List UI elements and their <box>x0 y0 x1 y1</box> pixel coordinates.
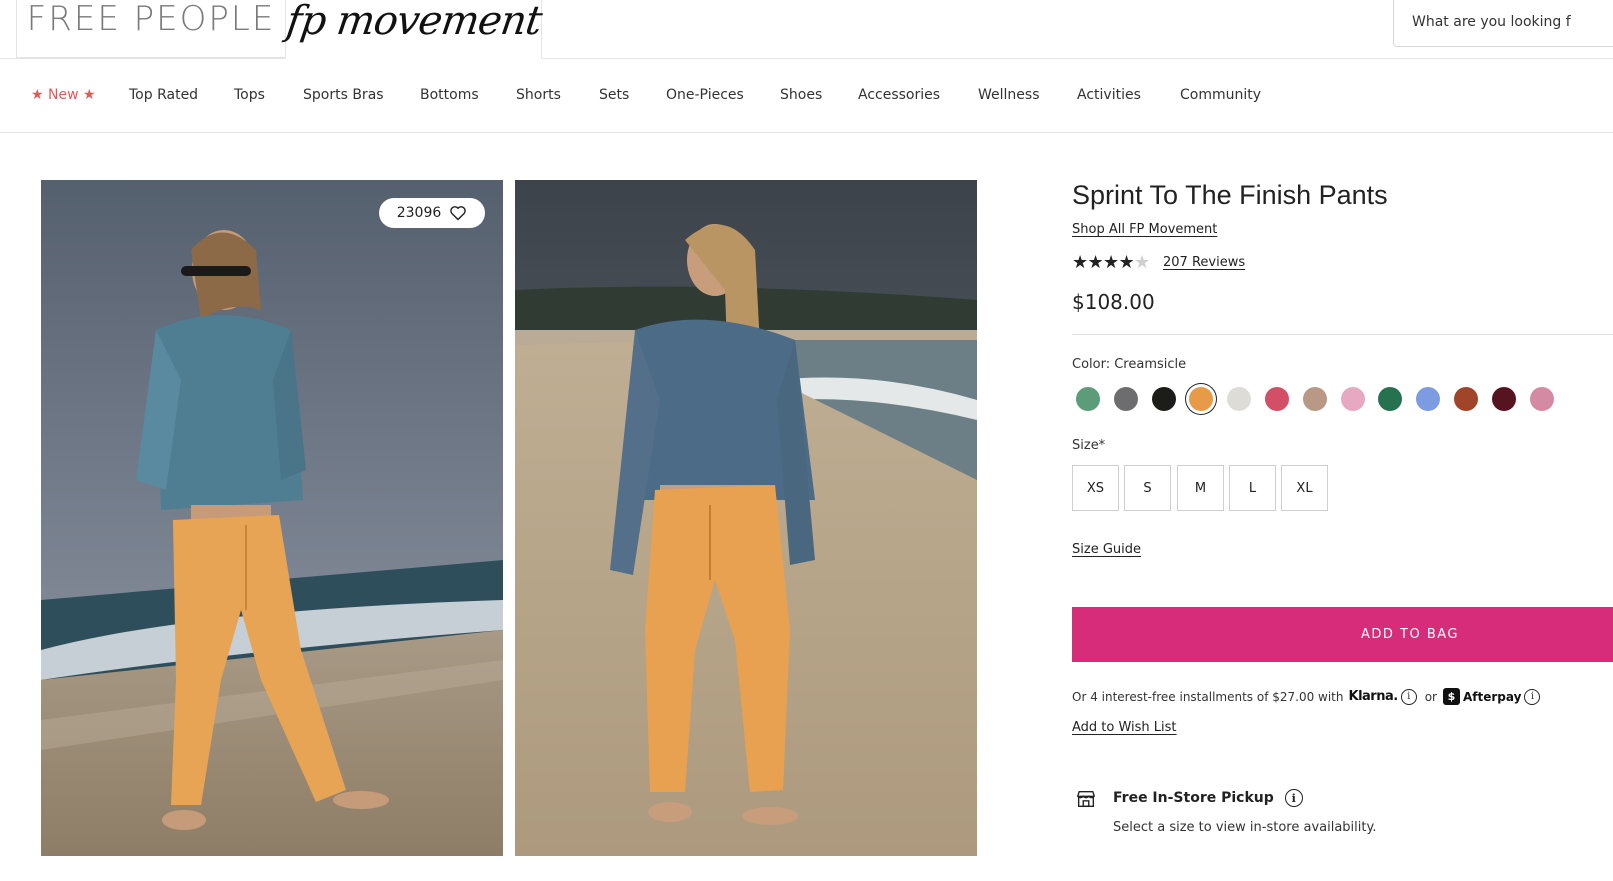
star-icon: ★ <box>1087 252 1104 273</box>
color-label: Color: Creamsicle <box>1072 357 1187 372</box>
star-rating[interactable]: ★ ★ ★ ★ ★ <box>1072 253 1150 273</box>
search-input[interactable] <box>1412 13 1613 30</box>
color-swatch[interactable] <box>1492 387 1516 411</box>
color-swatch[interactable] <box>1227 387 1251 411</box>
nav-one-pieces[interactable]: One-Pieces <box>666 87 744 103</box>
star-icon: ★ <box>1072 252 1089 273</box>
color-swatch[interactable] <box>1114 387 1138 411</box>
installments-text: Or 4 interest-free installments of $27.0… <box>1072 689 1344 704</box>
pickup-title: Free In-Store Pickup i <box>1113 789 1303 807</box>
color-swatch[interactable] <box>1303 387 1327 411</box>
size-option[interactable]: L <box>1229 465 1276 511</box>
nav-bottoms[interactable]: Bottoms <box>420 87 479 103</box>
klarna-info-icon[interactable]: i <box>1400 688 1417 705</box>
shop-all-link[interactable]: Shop All FP Movement <box>1072 222 1217 237</box>
color-swatch[interactable] <box>1416 387 1440 411</box>
favorite-count: 23096 <box>396 205 442 221</box>
klarna-logo: Klarna. <box>1348 689 1399 704</box>
nav-shorts[interactable]: Shorts <box>516 87 561 103</box>
pickup-subtext: Select a size to view in-store availabil… <box>1113 820 1377 835</box>
divider <box>1072 334 1613 335</box>
heart-icon <box>450 206 467 221</box>
model-beach-standing-image <box>515 180 977 856</box>
nav-shoes[interactable]: Shoes <box>780 87 822 103</box>
nav-top-rated[interactable]: Top Rated <box>129 87 198 103</box>
size-option[interactable]: XL <box>1281 465 1328 511</box>
size-option[interactable]: S <box>1124 465 1171 511</box>
search-box[interactable] <box>1393 0 1613 47</box>
afterpay-info-icon[interactable]: i <box>1524 688 1541 705</box>
free-people-tab[interactable]: FREE PEOPLE <box>16 0 286 58</box>
fp-movement-logo[interactable]: fp movement <box>283 0 543 44</box>
reviews-link[interactable]: 207 Reviews <box>1163 255 1245 270</box>
add-to-wish-list-link[interactable]: Add to Wish List <box>1072 720 1177 735</box>
product-photo-2[interactable] <box>515 180 977 856</box>
free-people-logo[interactable]: FREE PEOPLE <box>27 0 276 39</box>
color-swatch[interactable] <box>1076 387 1100 411</box>
brand-bar: FREE PEOPLE fp movement <box>0 0 1613 59</box>
installments-info: Or 4 interest-free installments of $27.0… <box>1072 688 1541 705</box>
color-swatch[interactable] <box>1152 387 1176 411</box>
star-icon: ★ <box>1134 252 1151 273</box>
fp-movement-tab[interactable]: fp movement <box>283 0 544 59</box>
product-title: Sprint To The Finish Pants <box>1072 180 1388 210</box>
nav-wellness[interactable]: Wellness <box>978 87 1040 103</box>
store-icon <box>1077 790 1095 808</box>
size-option[interactable]: M <box>1177 465 1224 511</box>
color-swatch[interactable] <box>1454 387 1478 411</box>
size-guide-link[interactable]: Size Guide <box>1072 542 1141 557</box>
afterpay-icon: $ <box>1442 688 1460 705</box>
add-to-bag-button[interactable]: ADD TO BAG <box>1072 607 1613 662</box>
nav-community[interactable]: Community <box>1180 87 1261 103</box>
favorite-button[interactable]: 23096 <box>379 198 485 228</box>
star-icon: ★ <box>1103 252 1120 273</box>
color-swatch[interactable] <box>1341 387 1365 411</box>
nav-sets[interactable]: Sets <box>599 87 629 103</box>
pickup-title-text: Free In-Store Pickup <box>1113 790 1274 806</box>
color-swatch[interactable] <box>1189 387 1213 411</box>
nav-accessories[interactable]: Accessories <box>858 87 940 103</box>
size-option[interactable]: XS <box>1072 465 1119 511</box>
product-photo-1[interactable] <box>41 180 503 856</box>
afterpay-logo: Afterpay <box>1462 689 1522 704</box>
or-text: or <box>1424 689 1437 704</box>
star-icon: ★ <box>1118 252 1135 273</box>
color-swatch[interactable] <box>1265 387 1289 411</box>
main-nav: ★ New ★ Top Rated Tops Sports Bras Botto… <box>0 59 1613 133</box>
nav-tops[interactable]: Tops <box>234 87 265 103</box>
nav-activities[interactable]: Activities <box>1077 87 1141 103</box>
size-label: Size* <box>1072 438 1106 453</box>
color-swatch[interactable] <box>1378 387 1402 411</box>
nav-sports-bras[interactable]: Sports Bras <box>303 87 384 103</box>
nav-new[interactable]: ★ New ★ <box>31 87 96 103</box>
model-beach-walking-image <box>41 180 503 856</box>
color-swatch[interactable] <box>1530 387 1554 411</box>
pickup-info-icon[interactable]: i <box>1284 789 1303 807</box>
product-price: $108.00 <box>1072 290 1155 314</box>
